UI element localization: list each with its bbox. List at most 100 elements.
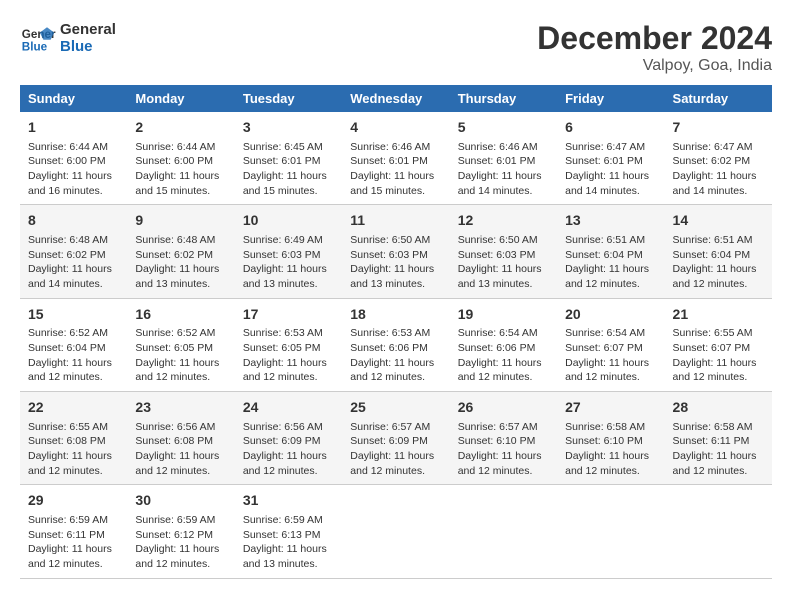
- day-cell: 27Sunrise: 6:58 AM Sunset: 6:10 PM Dayli…: [557, 392, 664, 485]
- day-info: Sunrise: 6:52 AM Sunset: 6:05 PM Dayligh…: [135, 326, 226, 385]
- day-cell: 31Sunrise: 6:59 AM Sunset: 6:13 PM Dayli…: [235, 485, 342, 578]
- day-cell: 6Sunrise: 6:47 AM Sunset: 6:01 PM Daylig…: [557, 112, 664, 205]
- day-number: 27: [565, 398, 656, 418]
- day-number: 7: [673, 118, 764, 138]
- day-info: Sunrise: 6:55 AM Sunset: 6:07 PM Dayligh…: [673, 326, 764, 385]
- day-info: Sunrise: 6:56 AM Sunset: 6:08 PM Dayligh…: [135, 420, 226, 479]
- day-number: 20: [565, 305, 656, 325]
- day-cell: 17Sunrise: 6:53 AM Sunset: 6:05 PM Dayli…: [235, 298, 342, 391]
- day-info: Sunrise: 6:55 AM Sunset: 6:08 PM Dayligh…: [28, 420, 119, 479]
- day-info: Sunrise: 6:54 AM Sunset: 6:06 PM Dayligh…: [458, 326, 549, 385]
- day-number: 18: [350, 305, 441, 325]
- header-monday: Monday: [127, 85, 234, 112]
- day-info: Sunrise: 6:59 AM Sunset: 6:13 PM Dayligh…: [243, 513, 334, 572]
- day-cell: 23Sunrise: 6:56 AM Sunset: 6:08 PM Dayli…: [127, 392, 234, 485]
- day-cell: 7Sunrise: 6:47 AM Sunset: 6:02 PM Daylig…: [665, 112, 772, 205]
- day-cell: 4Sunrise: 6:46 AM Sunset: 6:01 PM Daylig…: [342, 112, 449, 205]
- day-info: Sunrise: 6:48 AM Sunset: 6:02 PM Dayligh…: [135, 233, 226, 292]
- day-cell: 11Sunrise: 6:50 AM Sunset: 6:03 PM Dayli…: [342, 205, 449, 298]
- day-number: 5: [458, 118, 549, 138]
- day-cell: 21Sunrise: 6:55 AM Sunset: 6:07 PM Dayli…: [665, 298, 772, 391]
- day-info: Sunrise: 6:53 AM Sunset: 6:06 PM Dayligh…: [350, 326, 441, 385]
- day-cell: 14Sunrise: 6:51 AM Sunset: 6:04 PM Dayli…: [665, 205, 772, 298]
- day-number: 23: [135, 398, 226, 418]
- day-cell: 28Sunrise: 6:58 AM Sunset: 6:11 PM Dayli…: [665, 392, 772, 485]
- day-info: Sunrise: 6:44 AM Sunset: 6:00 PM Dayligh…: [135, 140, 226, 199]
- day-info: Sunrise: 6:50 AM Sunset: 6:03 PM Dayligh…: [458, 233, 549, 292]
- day-number: 24: [243, 398, 334, 418]
- day-info: Sunrise: 6:59 AM Sunset: 6:11 PM Dayligh…: [28, 513, 119, 572]
- day-number: 26: [458, 398, 549, 418]
- header-thursday: Thursday: [450, 85, 557, 112]
- logo: General Blue General Blue: [20, 20, 116, 56]
- day-info: Sunrise: 6:57 AM Sunset: 6:09 PM Dayligh…: [350, 420, 441, 479]
- day-number: 10: [243, 211, 334, 231]
- header-wednesday: Wednesday: [342, 85, 449, 112]
- day-number: 28: [673, 398, 764, 418]
- day-number: 21: [673, 305, 764, 325]
- day-cell: 15Sunrise: 6:52 AM Sunset: 6:04 PM Dayli…: [20, 298, 127, 391]
- header-friday: Friday: [557, 85, 664, 112]
- day-number: 31: [243, 491, 334, 511]
- day-info: Sunrise: 6:59 AM Sunset: 6:12 PM Dayligh…: [135, 513, 226, 572]
- day-info: Sunrise: 6:51 AM Sunset: 6:04 PM Dayligh…: [673, 233, 764, 292]
- day-info: Sunrise: 6:45 AM Sunset: 6:01 PM Dayligh…: [243, 140, 334, 199]
- header-row: SundayMondayTuesdayWednesdayThursdayFrid…: [20, 85, 772, 112]
- day-number: 19: [458, 305, 549, 325]
- day-number: 25: [350, 398, 441, 418]
- day-number: 11: [350, 211, 441, 231]
- day-number: 2: [135, 118, 226, 138]
- day-info: Sunrise: 6:47 AM Sunset: 6:02 PM Dayligh…: [673, 140, 764, 199]
- svg-text:Blue: Blue: [22, 41, 48, 54]
- day-number: 3: [243, 118, 334, 138]
- day-cell: 1Sunrise: 6:44 AM Sunset: 6:00 PM Daylig…: [20, 112, 127, 205]
- week-row-2: 8Sunrise: 6:48 AM Sunset: 6:02 PM Daylig…: [20, 205, 772, 298]
- day-info: Sunrise: 6:52 AM Sunset: 6:04 PM Dayligh…: [28, 326, 119, 385]
- day-cell: 2Sunrise: 6:44 AM Sunset: 6:00 PM Daylig…: [127, 112, 234, 205]
- day-cell: 19Sunrise: 6:54 AM Sunset: 6:06 PM Dayli…: [450, 298, 557, 391]
- day-number: 6: [565, 118, 656, 138]
- day-number: 12: [458, 211, 549, 231]
- day-number: 8: [28, 211, 119, 231]
- day-number: 17: [243, 305, 334, 325]
- day-cell: 20Sunrise: 6:54 AM Sunset: 6:07 PM Dayli…: [557, 298, 664, 391]
- day-number: 15: [28, 305, 119, 325]
- day-info: Sunrise: 6:58 AM Sunset: 6:10 PM Dayligh…: [565, 420, 656, 479]
- day-number: 22: [28, 398, 119, 418]
- day-cell: 18Sunrise: 6:53 AM Sunset: 6:06 PM Dayli…: [342, 298, 449, 391]
- day-cell: 26Sunrise: 6:57 AM Sunset: 6:10 PM Dayli…: [450, 392, 557, 485]
- day-info: Sunrise: 6:48 AM Sunset: 6:02 PM Dayligh…: [28, 233, 119, 292]
- calendar-title: December 2024: [537, 20, 772, 57]
- day-cell: [450, 485, 557, 578]
- header-tuesday: Tuesday: [235, 85, 342, 112]
- day-number: 4: [350, 118, 441, 138]
- day-info: Sunrise: 6:51 AM Sunset: 6:04 PM Dayligh…: [565, 233, 656, 292]
- week-row-4: 22Sunrise: 6:55 AM Sunset: 6:08 PM Dayli…: [20, 392, 772, 485]
- day-info: Sunrise: 6:53 AM Sunset: 6:05 PM Dayligh…: [243, 326, 334, 385]
- day-cell: 8Sunrise: 6:48 AM Sunset: 6:02 PM Daylig…: [20, 205, 127, 298]
- day-cell: 24Sunrise: 6:56 AM Sunset: 6:09 PM Dayli…: [235, 392, 342, 485]
- day-cell: 12Sunrise: 6:50 AM Sunset: 6:03 PM Dayli…: [450, 205, 557, 298]
- day-info: Sunrise: 6:44 AM Sunset: 6:00 PM Dayligh…: [28, 140, 119, 199]
- day-info: Sunrise: 6:54 AM Sunset: 6:07 PM Dayligh…: [565, 326, 656, 385]
- page-header: General Blue General Blue December 2024 …: [20, 20, 772, 75]
- day-number: 14: [673, 211, 764, 231]
- day-info: Sunrise: 6:58 AM Sunset: 6:11 PM Dayligh…: [673, 420, 764, 479]
- day-info: Sunrise: 6:57 AM Sunset: 6:10 PM Dayligh…: [458, 420, 549, 479]
- week-row-1: 1Sunrise: 6:44 AM Sunset: 6:00 PM Daylig…: [20, 112, 772, 205]
- logo-general: General: [60, 21, 116, 38]
- day-cell: 22Sunrise: 6:55 AM Sunset: 6:08 PM Dayli…: [20, 392, 127, 485]
- day-cell: 16Sunrise: 6:52 AM Sunset: 6:05 PM Dayli…: [127, 298, 234, 391]
- calendar-table: SundayMondayTuesdayWednesdayThursdayFrid…: [20, 85, 772, 579]
- day-number: 1: [28, 118, 119, 138]
- day-number: 13: [565, 211, 656, 231]
- day-cell: 13Sunrise: 6:51 AM Sunset: 6:04 PM Dayli…: [557, 205, 664, 298]
- day-number: 30: [135, 491, 226, 511]
- header-saturday: Saturday: [665, 85, 772, 112]
- day-cell: [342, 485, 449, 578]
- logo-icon: General Blue: [20, 20, 56, 56]
- day-cell: [557, 485, 664, 578]
- week-row-3: 15Sunrise: 6:52 AM Sunset: 6:04 PM Dayli…: [20, 298, 772, 391]
- day-number: 29: [28, 491, 119, 511]
- day-cell: 30Sunrise: 6:59 AM Sunset: 6:12 PM Dayli…: [127, 485, 234, 578]
